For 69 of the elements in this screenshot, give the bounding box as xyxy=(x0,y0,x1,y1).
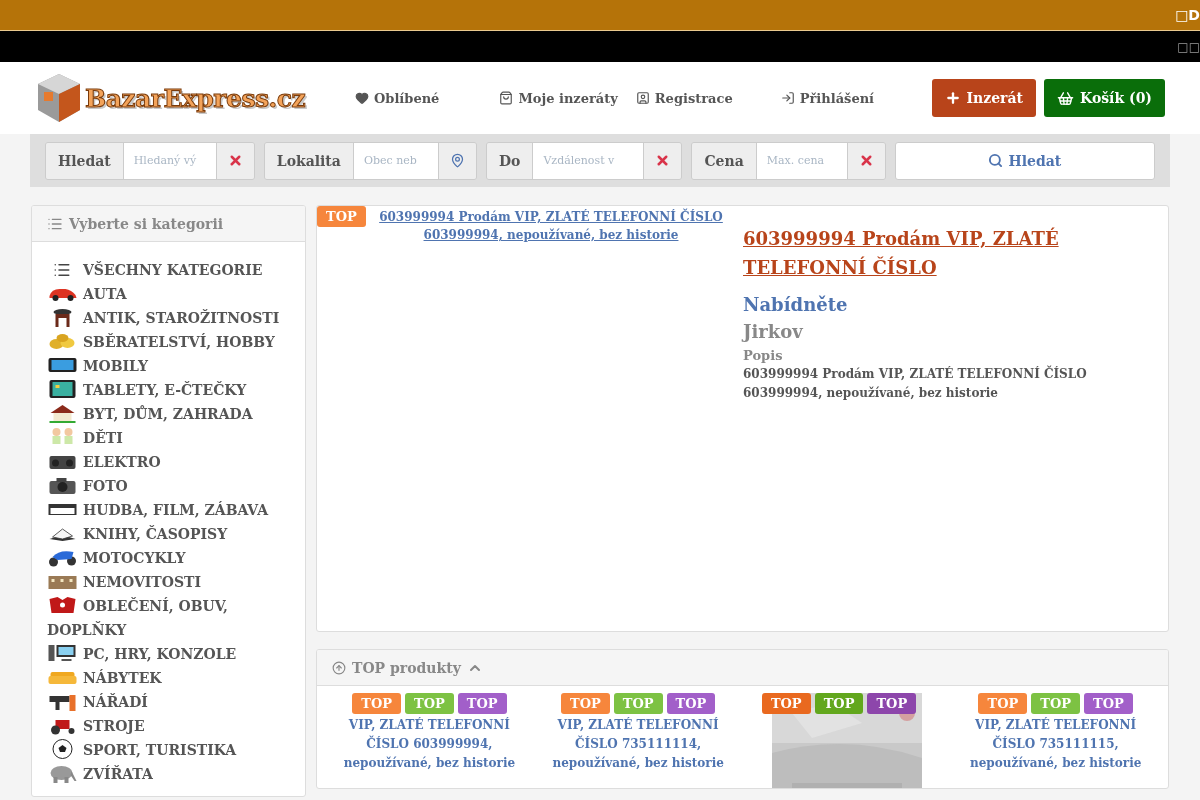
plus-icon xyxy=(944,90,961,106)
contact-icon xyxy=(635,91,650,105)
basket-icon xyxy=(1057,89,1075,107)
nav-link[interactable]: Registrace xyxy=(635,90,733,106)
heart-icon xyxy=(355,91,369,105)
category-link[interactable]: BYT, DŮM, ZAHRADA xyxy=(47,402,305,426)
category-link[interactable]: ZVÍŘATA xyxy=(47,762,305,786)
panel-title: TOP produkty xyxy=(352,659,461,676)
add-listing-button[interactable]: Inzerát xyxy=(931,79,1037,117)
category-link[interactable]: SPORT, TURISTIKA xyxy=(47,738,305,762)
top-badge: TOP xyxy=(814,693,864,714)
price-text: Nabídněte xyxy=(743,294,849,315)
category-link[interactable]: ELEKTRO xyxy=(47,450,305,474)
bar-text: □□ xyxy=(1177,39,1200,54)
house-icon xyxy=(47,403,78,423)
product-link[interactable]: VIP, ZLATÉ TELEFONNÍ ČÍSLO 603999994, nepoužívané, bez historie xyxy=(336,716,522,773)
top-badge: TOP xyxy=(1084,693,1133,714)
category-link[interactable]: KNIHY, ČASOPISY xyxy=(47,522,305,546)
category-link[interactable]: FOTO xyxy=(47,474,305,498)
category-link[interactable]: OBLEČENÍ, OBUV, DOPLŇKY xyxy=(47,594,305,642)
top-badge: TOP xyxy=(560,693,610,714)
description-text: 603999994 Prodám VIP, ZLATÉ TELEFONNÍ ČÍSLO 603999994, nepoužívané, bez historie xyxy=(743,365,1088,402)
top-badge: TOP xyxy=(1031,693,1080,714)
category-link[interactable]: SBĚRATELSTVÍ, HOBBY xyxy=(47,330,305,354)
category-link[interactable]: DĚTI xyxy=(47,426,305,450)
camera-icon xyxy=(47,475,78,495)
listing-title[interactable]: 603999994 Prodám VIP, ZLATÉ TELEFONNÍ ČÍSLO xyxy=(743,224,1103,282)
nav-link[interactable]: Přihlášení xyxy=(780,90,875,106)
category-link[interactable]: MOBILY xyxy=(47,354,305,378)
top-badge: TOP xyxy=(352,693,401,714)
panel-title: Vyberte si kategorii xyxy=(69,215,224,232)
location-text: Jirkov xyxy=(743,321,805,342)
cube-logo-icon xyxy=(35,72,83,124)
top-badge: TOP xyxy=(666,693,716,714)
category-link[interactable]: MOTOCYKLY xyxy=(47,546,305,570)
top-badge: TOP xyxy=(317,206,366,227)
top-badge: TOP xyxy=(978,693,1028,714)
product-link[interactable]: VIP, ZLATÉ TELEFONNÍ ČÍSLO 735111115, nepoužívané, bez historie xyxy=(963,716,1149,773)
cart-button[interactable]: Košík (0) xyxy=(1044,79,1165,117)
login-icon xyxy=(780,91,795,105)
top-badge: TOP xyxy=(405,693,454,714)
category-link[interactable]: TABLETY, E-ČTEČKY xyxy=(47,378,305,402)
product-link[interactable]: VIP, ZLATÉ TELEFONNÍ ČÍSLO 735111114, nepoužívané, bez historie xyxy=(545,716,731,773)
category-link[interactable]: NEMOVITOSTI xyxy=(47,570,305,594)
search-button[interactable]: Hledat xyxy=(894,141,1155,180)
computer-icon xyxy=(47,643,78,663)
arrow-up-icon xyxy=(332,660,346,675)
category-link[interactable]: VŠECHNY KATEGORIE xyxy=(47,258,305,282)
category-link[interactable]: NÁŘADÍ xyxy=(47,690,305,714)
top-badge: TOP xyxy=(867,693,917,714)
image-link[interactable]: 603999994 Prodám VIP, ZLATÉ TELEFONNÍ ČÍSLO 603999994, nepoužívané, bez historie xyxy=(375,208,727,244)
category-link[interactable]: PC, HRY, KONZOLE xyxy=(47,642,305,666)
category-link[interactable]: HUDBA, FILM, ZÁBAVA xyxy=(47,498,305,522)
top-badge: TOP xyxy=(613,693,663,714)
category-link[interactable]: NÁBYTEK xyxy=(47,666,305,690)
category-link[interactable]: STROJE xyxy=(47,714,305,738)
description-label: Popis xyxy=(743,348,784,363)
top-badge: TOP xyxy=(761,693,811,714)
search-icon xyxy=(988,153,1004,168)
bag-icon xyxy=(499,91,514,105)
phone-icon xyxy=(47,355,78,375)
category-link[interactable]: ANTIK, STAROŽITNOSTI xyxy=(47,306,305,330)
nav-link[interactable]: Moje inzeráty xyxy=(499,90,618,106)
top-badge: TOP xyxy=(457,693,507,714)
banner-text: □D xyxy=(1175,7,1200,23)
list-icon xyxy=(53,261,71,279)
nav-link[interactable]: Oblíbené xyxy=(355,90,440,106)
category-link[interactable]: AUTA xyxy=(47,282,305,306)
tablet-icon xyxy=(47,379,78,399)
